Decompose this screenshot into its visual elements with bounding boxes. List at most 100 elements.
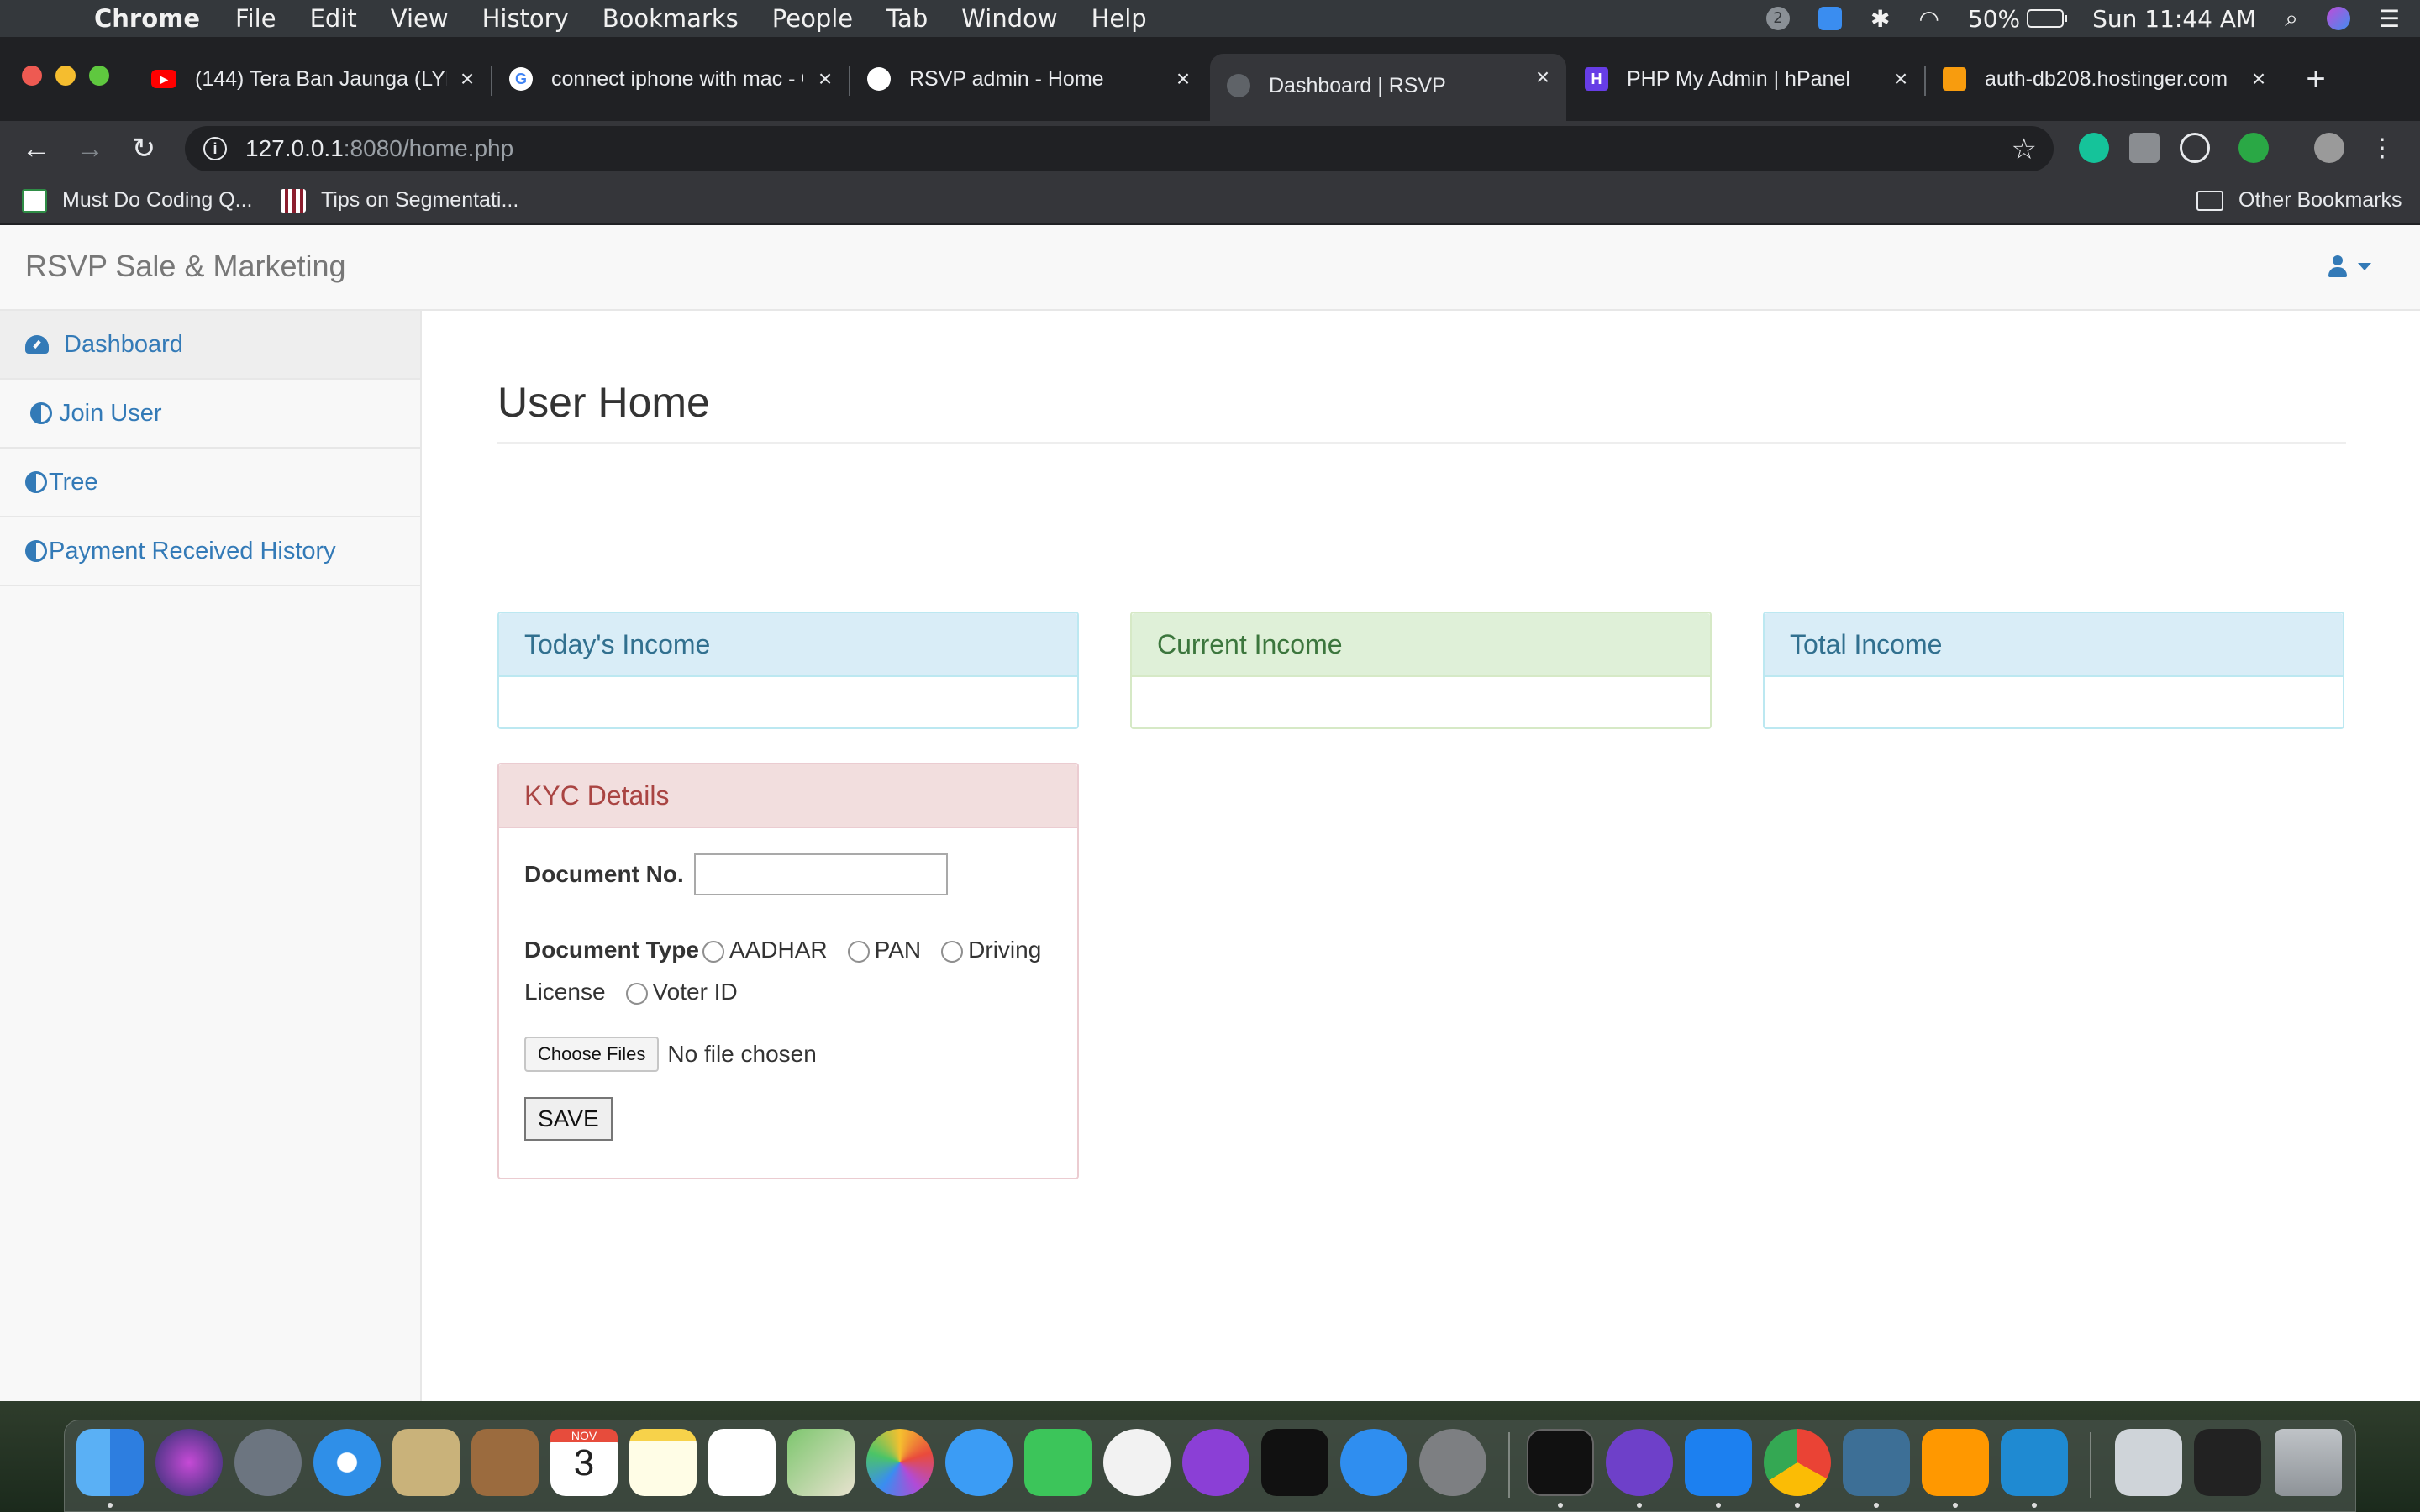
finder-icon[interactable] [76, 1429, 144, 1496]
mysql-workbench-icon[interactable] [1843, 1429, 1910, 1496]
tab-youtube[interactable]: ▸ (144) Tera Ban Jaunga (LYR × [134, 57, 491, 101]
calendar-icon[interactable]: NOV 3 [550, 1429, 618, 1496]
music-icon[interactable] [1103, 1429, 1171, 1496]
documents-stack-icon[interactable] [2115, 1429, 2182, 1496]
url-host: 127.0.0.1 [245, 135, 344, 161]
downloads-stack-icon[interactable] [2194, 1429, 2261, 1496]
menu-view[interactable]: View [391, 4, 449, 33]
maps-icon[interactable] [787, 1429, 855, 1496]
vscode-icon[interactable] [2001, 1429, 2068, 1496]
sidebar-item-payment-history[interactable]: Payment Received History [0, 517, 420, 586]
chrome-icon[interactable] [1764, 1429, 1831, 1496]
radio-driving-license[interactable] [941, 940, 964, 963]
calendar-day: 3 [573, 1442, 595, 1483]
tab-dashboard-rsvp[interactable]: Dashboard | RSVP × [1210, 54, 1566, 121]
siri-icon[interactable] [2326, 7, 2350, 30]
status-badge-icon[interactable]: 2 [1765, 7, 1790, 30]
terminal-icon[interactable] [1527, 1429, 1594, 1496]
radio-pan[interactable] [847, 940, 870, 963]
other-bookmarks-folder[interactable]: Other Bookmarks [2196, 188, 2402, 213]
sidebar-item-join-user[interactable]: Join User [0, 380, 420, 449]
system-preferences-icon[interactable] [1419, 1429, 1486, 1496]
teamviewer-icon[interactable] [1685, 1429, 1752, 1496]
grammarly-extension-icon[interactable] [2079, 133, 2109, 163]
close-tab-icon[interactable]: × [812, 66, 839, 92]
spotlight-search-icon[interactable]: ⌕ [2285, 4, 2298, 33]
radio-voter-id[interactable] [625, 982, 648, 1005]
radio-aadhar[interactable] [702, 940, 724, 963]
github-desktop-icon[interactable] [1606, 1429, 1673, 1496]
battery-icon[interactable] [2027, 9, 2068, 28]
close-tab-icon[interactable]: × [454, 66, 481, 92]
chrome-menu-icon[interactable]: ⋮ [2363, 129, 2402, 168]
kyc-form: Document No. Document Type AADHAR PAN Drivi… [499, 828, 1077, 1166]
menu-people[interactable]: People [772, 4, 853, 33]
bluetooth-icon[interactable]: ✱ [1870, 5, 1890, 33]
profile-avatar[interactable] [2314, 133, 2344, 163]
forward-button[interactable]: → [71, 129, 109, 168]
menu-edit[interactable]: Edit [310, 4, 357, 33]
app-store-icon[interactable] [1340, 1429, 1407, 1496]
menu-tab[interactable]: Tab [886, 4, 928, 33]
react-devtools-icon[interactable] [2180, 133, 2210, 163]
close-tab-icon[interactable]: × [2245, 66, 2272, 92]
sublime-text-icon[interactable] [1922, 1429, 1989, 1496]
trash-icon[interactable] [2275, 1429, 2342, 1496]
notes-icon[interactable] [629, 1429, 697, 1496]
caret-down-icon [2358, 262, 2371, 270]
current-income-panel: Current Income [1130, 612, 1712, 729]
close-window-button[interactable] [22, 66, 42, 86]
sidebar-item-tree[interactable]: Tree [0, 449, 420, 517]
contacts-icon[interactable] [471, 1429, 539, 1496]
menu-window[interactable]: Window [961, 4, 1057, 33]
address-bar[interactable]: i 127.0.0.1:8080/home.php ☆ [185, 126, 2054, 171]
tab-rsvp-admin[interactable]: RSVP admin - Home × [850, 57, 1207, 101]
facetime-icon[interactable] [1024, 1429, 1092, 1496]
photos-icon[interactable] [866, 1429, 934, 1496]
extension-icon[interactable] [2129, 133, 2160, 163]
extension-badge-icon[interactable] [2238, 133, 2269, 163]
close-tab-icon[interactable]: × [1887, 66, 1914, 92]
choose-files-button[interactable]: Choose Files [524, 1037, 660, 1072]
menu-file[interactable]: File [235, 4, 276, 33]
messages-icon[interactable] [945, 1429, 1013, 1496]
mail-icon[interactable] [392, 1429, 460, 1496]
sidebar-item-label: Payment Received History [49, 537, 336, 564]
minimize-window-button[interactable] [55, 66, 76, 86]
user-dropdown[interactable] [2328, 255, 2371, 277]
save-button[interactable]: SAVE [524, 1097, 613, 1141]
tab-auth-db[interactable]: auth-db208.hostinger.com × [1926, 57, 2282, 101]
bookmark-item[interactable]: Tips on Segmentati... [281, 188, 518, 213]
menu-history[interactable]: History [482, 4, 569, 33]
zoom-window-button[interactable] [89, 66, 109, 86]
safari-icon[interactable] [313, 1429, 381, 1496]
site-info-icon[interactable]: i [203, 137, 227, 160]
tab-php-my-admin[interactable]: H PHP My Admin | hPanel × [1568, 57, 1924, 101]
bookmark-item[interactable]: Must Do Coding Q... [22, 188, 252, 213]
menu-bookmarks[interactable]: Bookmarks [602, 4, 739, 33]
menu-app-name[interactable]: Chrome [94, 4, 200, 33]
document-number-input[interactable] [693, 853, 948, 895]
menu-help[interactable]: Help [1092, 4, 1147, 33]
new-tab-button[interactable]: + [2297, 60, 2334, 97]
apple-tv-icon[interactable] [1261, 1429, 1328, 1496]
back-button[interactable]: ← [17, 129, 55, 168]
brand-link[interactable]: RSVP Sale & Marketing [25, 249, 346, 284]
close-tab-icon[interactable]: × [1529, 64, 1556, 91]
podcasts-icon[interactable] [1182, 1429, 1249, 1496]
tab-title: RSVP admin - Home [909, 66, 1104, 91]
bookmark-star-icon[interactable]: ☆ [2012, 133, 2037, 166]
close-tab-icon[interactable]: × [1170, 66, 1197, 92]
reminders-icon[interactable] [708, 1429, 776, 1496]
teamviewer-status-icon[interactable] [1818, 7, 1842, 30]
launchpad-icon[interactable] [234, 1429, 302, 1496]
battery-percent[interactable]: 50% [1968, 5, 2020, 33]
siri-icon[interactable] [155, 1429, 223, 1496]
wifi-icon[interactable]: ◠ [1918, 5, 1939, 33]
clock[interactable]: Sun 11:44 AM [2092, 5, 2256, 33]
sidebar-item-label: Join User [59, 399, 162, 427]
notification-center-icon[interactable]: ☰ [2379, 5, 2400, 33]
reload-button[interactable]: ↻ [124, 129, 163, 168]
sidebar-item-dashboard[interactable]: Dashboard [0, 311, 420, 380]
tab-google-search[interactable]: G connect iphone with mac - G × [492, 57, 849, 101]
